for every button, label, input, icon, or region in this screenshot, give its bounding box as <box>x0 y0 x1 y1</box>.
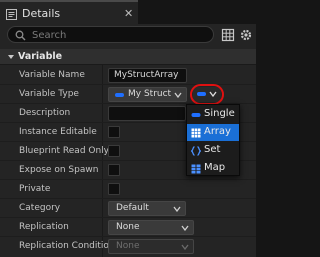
row-private: Private <box>0 180 256 199</box>
variable-name-field[interactable]: MyStructArray <box>108 68 187 83</box>
variable-type-value: My Struct <box>128 89 172 99</box>
highlight-annotation-circle <box>190 84 224 105</box>
close-icon[interactable]: ✕ <box>124 7 133 20</box>
chevron-down-icon <box>173 206 181 212</box>
category-combo[interactable]: Default <box>108 201 186 216</box>
replication-condition-value: None <box>116 241 140 251</box>
menu-item-label: Set <box>204 144 221 155</box>
category-value: Default <box>116 203 149 213</box>
map-grid-icon <box>191 164 201 174</box>
search-icon <box>15 30 26 41</box>
section-title: Variable <box>18 51 63 62</box>
single-pill-icon <box>191 113 201 117</box>
settings-gear-icon[interactable] <box>239 28 253 42</box>
row-variable-type: Variable Type My Struct <box>0 84 256 105</box>
details-panel: Details ✕ Variable Variable Name MyStruc… <box>0 0 256 257</box>
private-checkbox[interactable] <box>108 183 120 195</box>
instance-editable-checkbox[interactable] <box>108 126 120 138</box>
replication-condition-combo[interactable]: None <box>108 239 194 254</box>
row-label: Replication <box>19 222 69 232</box>
property-matrix-icon[interactable] <box>221 28 235 42</box>
details-icon <box>6 9 17 20</box>
tab-title: Details <box>22 7 61 20</box>
search-input[interactable] <box>32 28 207 42</box>
row-label: Instance Editable <box>19 127 97 137</box>
container-type-menu: Single Array Set Map <box>186 104 240 176</box>
variable-type-combo[interactable]: My Struct <box>108 87 187 102</box>
row-label: Category <box>19 203 61 213</box>
menu-item-set[interactable]: Set <box>187 142 239 159</box>
search-box[interactable] <box>7 26 214 43</box>
row-label: Replication Condition <box>19 241 115 251</box>
menu-item-label: Array <box>204 126 231 137</box>
description-field[interactable] <box>108 106 186 121</box>
blueprint-read-only-checkbox[interactable] <box>108 145 120 157</box>
row-label: Description <box>19 108 71 118</box>
replication-value: None <box>116 222 140 232</box>
tab-bar: Details ✕ <box>0 0 256 24</box>
chevron-down-icon <box>8 55 14 59</box>
array-grid-icon <box>191 128 201 138</box>
row-replication-condition: Replication Condition None <box>0 237 256 256</box>
row-label: Private <box>19 184 51 194</box>
row-label: Variable Name <box>19 70 85 80</box>
row-replication: Replication None <box>0 218 256 237</box>
menu-item-single[interactable]: Single <box>187 106 239 123</box>
menu-item-label: Single <box>204 108 235 119</box>
menu-item-array[interactable]: Array <box>187 124 239 141</box>
row-category: Category Default <box>0 199 256 218</box>
row-variable-name: Variable Name MyStructArray <box>0 66 256 85</box>
row-label: Blueprint Read Only <box>19 146 110 156</box>
row-label: Variable Type <box>19 89 79 99</box>
details-tab[interactable]: Details ✕ <box>0 0 138 24</box>
expose-on-spawn-checkbox[interactable] <box>108 164 120 176</box>
chevron-down-icon <box>181 244 189 250</box>
menu-item-label: Map <box>204 162 226 173</box>
chevron-down-icon <box>174 92 182 98</box>
row-label: Expose on Spawn <box>19 165 99 175</box>
set-braces-icon <box>191 146 201 156</box>
struct-type-pill-icon <box>115 93 124 97</box>
chevron-down-icon <box>181 225 189 231</box>
menu-item-map[interactable]: Map <box>187 160 239 177</box>
replication-combo[interactable]: None <box>108 220 194 235</box>
variable-section-header[interactable]: Variable <box>0 49 256 65</box>
